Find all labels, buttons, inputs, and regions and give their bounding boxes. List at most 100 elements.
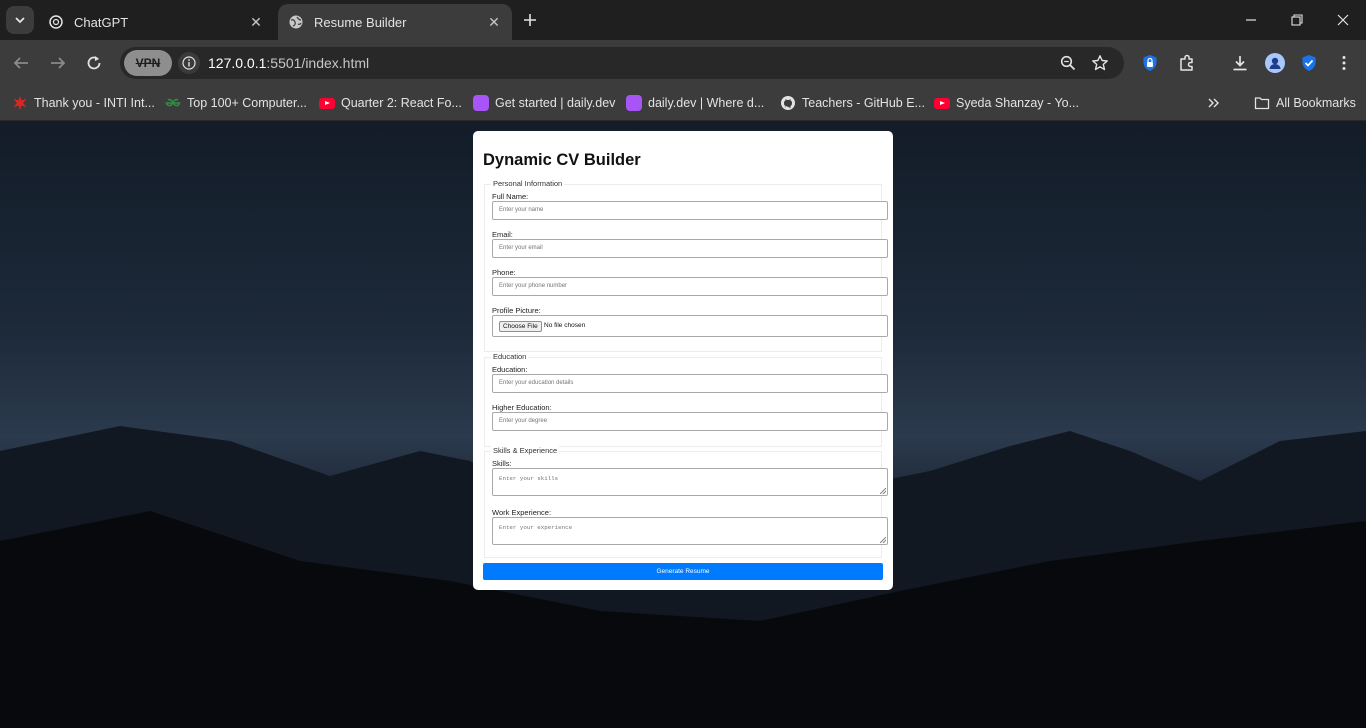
bookmark-label: Top 100+ Computer... [187, 96, 307, 110]
bookmark-label: Teachers - GitHub E... [802, 96, 925, 110]
bookmark-label: Get started | daily.dev [495, 96, 616, 110]
tab-strip: ChatGPT ✕ Resume Builder ✕ [0, 0, 1366, 40]
bookmark-label: Syeda Shanzay - Yo... [956, 96, 1080, 110]
globe-icon [288, 14, 304, 30]
window-close-button[interactable] [1331, 8, 1355, 32]
avatar [1265, 53, 1285, 73]
email-input[interactable]: Enter your email [492, 239, 888, 258]
extensions-icon[interactable] [1175, 51, 1199, 75]
bookmark-item[interactable]: daily.dev | Where d... [626, 93, 764, 113]
github-icon [780, 95, 796, 111]
input-placeholder: Enter your phone number [499, 283, 568, 289]
close-icon[interactable]: ✕ [246, 12, 266, 32]
input-placeholder: Enter your skills [499, 475, 559, 482]
url-text: 127.0.0.1:5501/index.html [208, 55, 369, 71]
choose-file-button[interactable]: Choose File [499, 321, 542, 332]
profile-picture-label: Profile Picture: [492, 306, 541, 315]
youtube-icon [934, 95, 950, 111]
new-tab-button[interactable] [520, 10, 540, 30]
all-bookmarks-button[interactable]: All Bookmarks [1254, 93, 1356, 113]
resize-grip-icon[interactable] [880, 488, 886, 494]
skills-label: Skills: [492, 459, 512, 468]
bookmark-item[interactable]: Get started | daily.dev [473, 93, 615, 113]
inti-icon [12, 95, 28, 111]
input-placeholder: Enter your degree [499, 418, 548, 424]
address-bar[interactable]: VPN 127.0.0.1:5501/index.html [120, 47, 1124, 79]
higher-education-label: Higher Education: [492, 403, 552, 412]
bookmark-item[interactable]: Teachers - GitHub E... [780, 93, 925, 113]
security-extension-icon[interactable] [1297, 51, 1321, 75]
all-bookmarks-label: All Bookmarks [1276, 96, 1356, 110]
resize-grip-icon[interactable] [880, 537, 886, 543]
geeksforgeeks-icon [165, 95, 181, 111]
close-icon[interactable]: ✕ [484, 12, 504, 32]
tab-resume-builder[interactable]: Resume Builder ✕ [278, 4, 512, 40]
generate-resume-button[interactable]: Generate Resume [483, 563, 883, 580]
extension-lock-icon[interactable] [1138, 51, 1162, 75]
zoom-icon[interactable] [1058, 53, 1078, 73]
bookmark-item[interactable]: Top 100+ Computer... [165, 93, 307, 113]
dailydev-icon [473, 95, 489, 111]
section-legend: Skills & Experience [491, 446, 560, 455]
input-placeholder: Enter your education details [499, 380, 574, 386]
bookmark-label: Thank you - INTI Int... [34, 96, 155, 110]
bookmark-label: Quarter 2: React Fo... [341, 96, 462, 110]
close-icon [1337, 14, 1349, 26]
vpn-button[interactable]: VPN [124, 50, 172, 76]
skills-textarea[interactable]: Enter your skills [492, 468, 888, 496]
email-label: Email: [492, 230, 513, 239]
browser-toolbar: VPN 127.0.0.1:5501/index.html [0, 40, 1366, 86]
skills-experience-section: Skills & Experience Skills: Enter your s… [484, 446, 888, 558]
profile-picture-input: Choose File No file chosen [492, 315, 888, 337]
arrow-right-icon [51, 57, 66, 69]
tab-title: Resume Builder [314, 14, 407, 30]
plus-icon [524, 14, 536, 26]
url-path: :5501/index.html [266, 55, 370, 71]
education-label: Education: [492, 365, 528, 374]
file-status: No file chosen [544, 322, 586, 329]
bookmark-item[interactable]: Quarter 2: React Fo... [319, 93, 462, 113]
work-experience-textarea[interactable]: Enter your experience [492, 517, 888, 545]
forward-button[interactable] [46, 51, 70, 75]
bookmark-item[interactable]: Syeda Shanzay - Yo... [934, 93, 1079, 113]
profile-avatar[interactable] [1263, 51, 1287, 75]
phone-input[interactable]: Enter your phone number [492, 277, 888, 296]
work-experience-label: Work Experience: [492, 508, 552, 517]
reload-button[interactable] [82, 51, 106, 75]
dailydev-icon [626, 95, 642, 111]
bookmark-item[interactable]: Thank you - INTI Int... [12, 93, 155, 113]
tab-chatgpt[interactable]: ChatGPT ✕ [38, 4, 274, 40]
chatgpt-icon [48, 14, 64, 30]
education-section: Education Education: Enter your educatio… [484, 352, 888, 447]
tab-title: ChatGPT [74, 14, 129, 30]
input-placeholder: Enter your name [499, 207, 544, 213]
education-input[interactable]: Enter your education details [492, 374, 888, 393]
arrow-left-icon [13, 57, 28, 69]
input-placeholder: Enter your experience [499, 524, 573, 531]
restore-icon [1291, 14, 1303, 26]
page-title: Dynamic CV Builder [483, 151, 641, 169]
chevron-down-icon [15, 17, 25, 24]
restore-button[interactable] [1285, 8, 1309, 32]
back-button[interactable] [9, 51, 33, 75]
minimize-button[interactable] [1239, 8, 1263, 32]
section-legend: Personal Information [491, 179, 565, 188]
page-viewport: Dynamic CV Builder Personal Information … [0, 121, 1366, 728]
full-name-label: Full Name: [492, 192, 529, 201]
higher-education-input[interactable]: Enter your degree [492, 412, 888, 431]
cv-builder-card: Dynamic CV Builder Personal Information … [473, 131, 893, 590]
phone-label: Phone: [492, 268, 516, 277]
full-name-input[interactable]: Enter your name [492, 201, 888, 220]
site-info-icon[interactable] [178, 52, 200, 74]
reload-icon [87, 56, 101, 70]
more-bookmarks-button[interactable] [1207, 93, 1221, 113]
url-host: 127.0.0.1 [208, 55, 267, 71]
downloads-icon[interactable] [1228, 51, 1252, 75]
bookmark-star-icon[interactable] [1090, 53, 1110, 73]
personal-information-section: Personal Information Full Name: Enter yo… [484, 179, 888, 352]
youtube-icon [319, 95, 335, 111]
double-chevron-right-icon [1208, 98, 1219, 108]
tab-search-button[interactable] [6, 6, 34, 34]
menu-icon[interactable] [1332, 51, 1356, 75]
bookmarks-bar: Thank you - INTI Int... Top 100+ Compute… [0, 86, 1366, 121]
